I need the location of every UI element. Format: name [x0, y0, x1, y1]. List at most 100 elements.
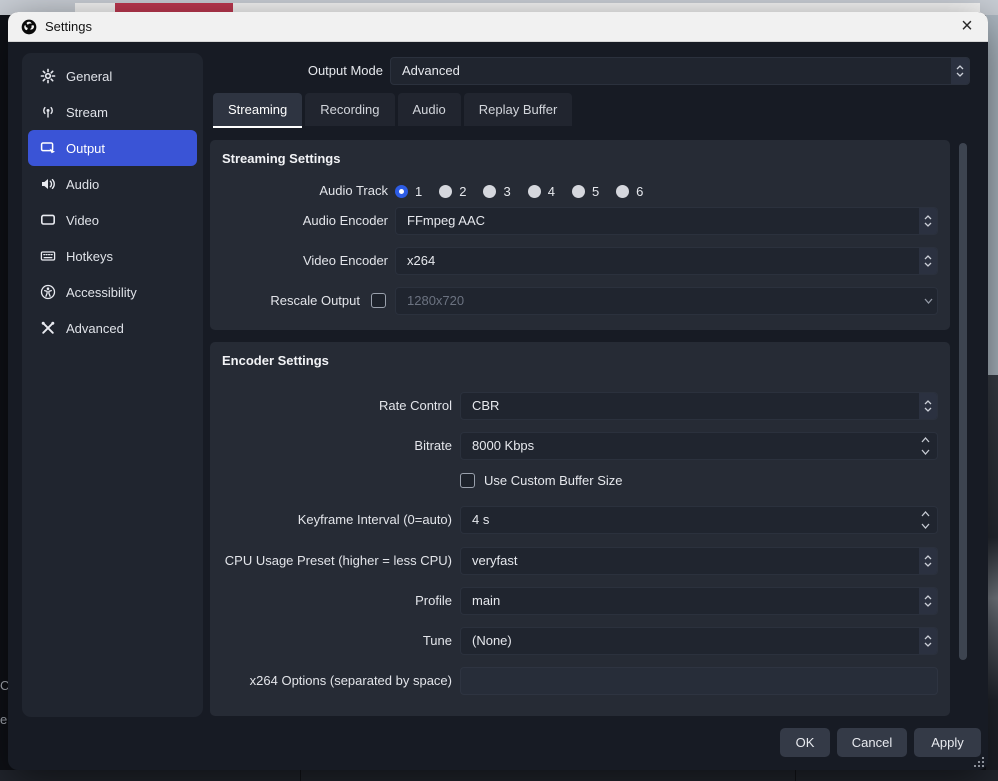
combo-spinner-icon[interactable] [919, 588, 937, 614]
output-tabs: Streaming Recording Audio Replay Buffer [213, 93, 572, 129]
keyframe-interval-spinbox[interactable]: 4 s [460, 506, 938, 534]
cancel-button[interactable]: Cancel [837, 728, 907, 757]
audio-track-radio-3[interactable]: 3 [483, 184, 510, 199]
streaming-settings-panel: Streaming Settings Audio Track 1 2 3 4 5… [210, 140, 950, 330]
audio-encoder-label: Audio Encoder [210, 207, 388, 235]
tab-replay-buffer[interactable]: Replay Buffer [464, 93, 573, 126]
spin-down-icon[interactable] [921, 523, 930, 529]
use-custom-buffer-row: Use Custom Buffer Size [460, 473, 622, 488]
sidebar-item-output[interactable]: Output [28, 130, 197, 166]
x264-options-label: x264 Options (separated by space) [210, 667, 452, 695]
keyframe-interval-row: Keyframe Interval (0=auto) 4 s [210, 506, 950, 534]
streaming-settings-title: Streaming Settings [222, 151, 340, 166]
tab-streaming[interactable]: Streaming [213, 93, 302, 126]
tools-icon [40, 320, 56, 336]
sidebar-item-hotkeys[interactable]: Hotkeys [28, 238, 197, 274]
audio-track-label: Audio Track [210, 177, 388, 205]
radio-dot-icon [528, 185, 541, 198]
resize-grip-icon[interactable] [974, 757, 985, 768]
display-icon [40, 212, 56, 228]
profile-select[interactable]: main [460, 587, 938, 615]
profile-label: Profile [210, 587, 452, 615]
keyboard-icon [40, 248, 56, 264]
spin-up-icon[interactable] [921, 511, 930, 517]
combo-spinner-icon[interactable] [951, 58, 969, 84]
audio-track-radio-2[interactable]: 2 [439, 184, 466, 199]
sidebar-item-general[interactable]: General [28, 58, 197, 94]
sidebar-item-label: Audio [66, 177, 99, 192]
combo-spinner-icon[interactable] [919, 208, 937, 234]
audio-track-radio-5[interactable]: 5 [572, 184, 599, 199]
combo-spinner-icon[interactable] [919, 628, 937, 654]
tune-select[interactable]: (None) [460, 627, 938, 655]
tune-row: Tune (None) [210, 627, 950, 655]
titlebar[interactable]: Settings × [8, 12, 988, 42]
rate-control-select[interactable]: CBR [460, 392, 938, 420]
accessibility-icon [40, 284, 56, 300]
rescale-output-checkbox[interactable] [371, 293, 386, 308]
apply-button[interactable]: Apply [914, 728, 981, 757]
x264-options-input[interactable] [460, 667, 938, 695]
sidebar-item-label: Stream [66, 105, 108, 120]
video-encoder-select[interactable]: x264 [395, 247, 938, 275]
sidebar-item-video[interactable]: Video [28, 202, 197, 238]
use-custom-buffer-checkbox[interactable] [460, 473, 475, 488]
rescale-output-select: 1280x720 [395, 287, 938, 315]
audio-track-radios: 1 2 3 4 5 6 [395, 177, 643, 205]
keyframe-interval-label: Keyframe Interval (0=auto) [210, 506, 452, 534]
content-scrollbar[interactable] [959, 143, 967, 660]
output-mode-label: Output Mode [198, 57, 383, 85]
audio-track-radio-4[interactable]: 4 [528, 184, 555, 199]
audio-track-row: Audio Track 1 2 3 4 5 6 [210, 177, 950, 205]
output-mode-select[interactable]: Advanced [390, 57, 970, 85]
cpu-preset-label: CPU Usage Preset (higher = less CPU) [210, 547, 452, 575]
radio-dot-icon [395, 185, 408, 198]
audio-encoder-select[interactable]: FFmpeg AAC [395, 207, 938, 235]
radio-dot-icon [483, 185, 496, 198]
combo-spinner-icon[interactable] [919, 548, 937, 574]
gear-icon [40, 68, 56, 84]
audio-encoder-row: Audio Encoder FFmpeg AAC [210, 207, 950, 235]
bitrate-spinbox[interactable]: 8000 Kbps [460, 432, 938, 460]
close-icon[interactable]: × [952, 12, 982, 42]
spin-up-icon[interactable] [921, 437, 930, 443]
sidebar-item-label: General [66, 69, 112, 84]
cpu-preset-select[interactable]: veryfast [460, 547, 938, 575]
settings-sidebar: General Stream Output Audio Video Hotkey… [22, 53, 203, 717]
tab-audio[interactable]: Audio [398, 93, 461, 126]
rate-control-label: Rate Control [210, 392, 452, 420]
chevron-down-icon [919, 288, 937, 314]
x264-options-row: x264 Options (separated by space) [210, 667, 950, 695]
sidebar-item-label: Accessibility [66, 285, 137, 300]
video-encoder-row: Video Encoder x264 [210, 247, 950, 275]
tune-label: Tune [210, 627, 452, 655]
profile-row: Profile main [210, 587, 950, 615]
tab-recording[interactable]: Recording [305, 93, 394, 126]
sidebar-item-advanced[interactable]: Advanced [28, 310, 197, 346]
backdrop-seam [795, 770, 796, 781]
radio-dot-icon [616, 185, 629, 198]
rescale-output-label: Rescale Output [210, 287, 360, 315]
spin-down-icon[interactable] [921, 449, 930, 455]
rate-control-row: Rate Control CBR [210, 392, 950, 420]
audio-track-radio-6[interactable]: 6 [616, 184, 643, 199]
broadcast-icon [40, 104, 56, 120]
ok-button[interactable]: OK [780, 728, 830, 757]
speaker-icon [40, 176, 56, 192]
combo-spinner-icon[interactable] [919, 248, 937, 274]
sidebar-item-stream[interactable]: Stream [28, 94, 197, 130]
combo-spinner-icon[interactable] [919, 393, 937, 419]
settings-dialog: Settings × General Stream Output Audio V… [8, 12, 988, 770]
desktop-backdrop-bottom [0, 770, 998, 781]
use-custom-buffer-label: Use Custom Buffer Size [484, 473, 622, 488]
sidebar-item-label: Output [66, 141, 105, 156]
sidebar-item-accessibility[interactable]: Accessibility [28, 274, 197, 310]
sidebar-item-label: Advanced [66, 321, 124, 336]
backdrop-seam [300, 770, 301, 781]
bitrate-row: Bitrate 8000 Kbps [210, 432, 950, 460]
sidebar-item-audio[interactable]: Audio [28, 166, 197, 202]
encoder-settings-panel: Encoder Settings Rate Control CBR Bitrat… [210, 342, 950, 716]
audio-track-radio-1[interactable]: 1 [395, 184, 422, 199]
radio-dot-icon [572, 185, 585, 198]
sidebar-item-label: Hotkeys [66, 249, 113, 264]
